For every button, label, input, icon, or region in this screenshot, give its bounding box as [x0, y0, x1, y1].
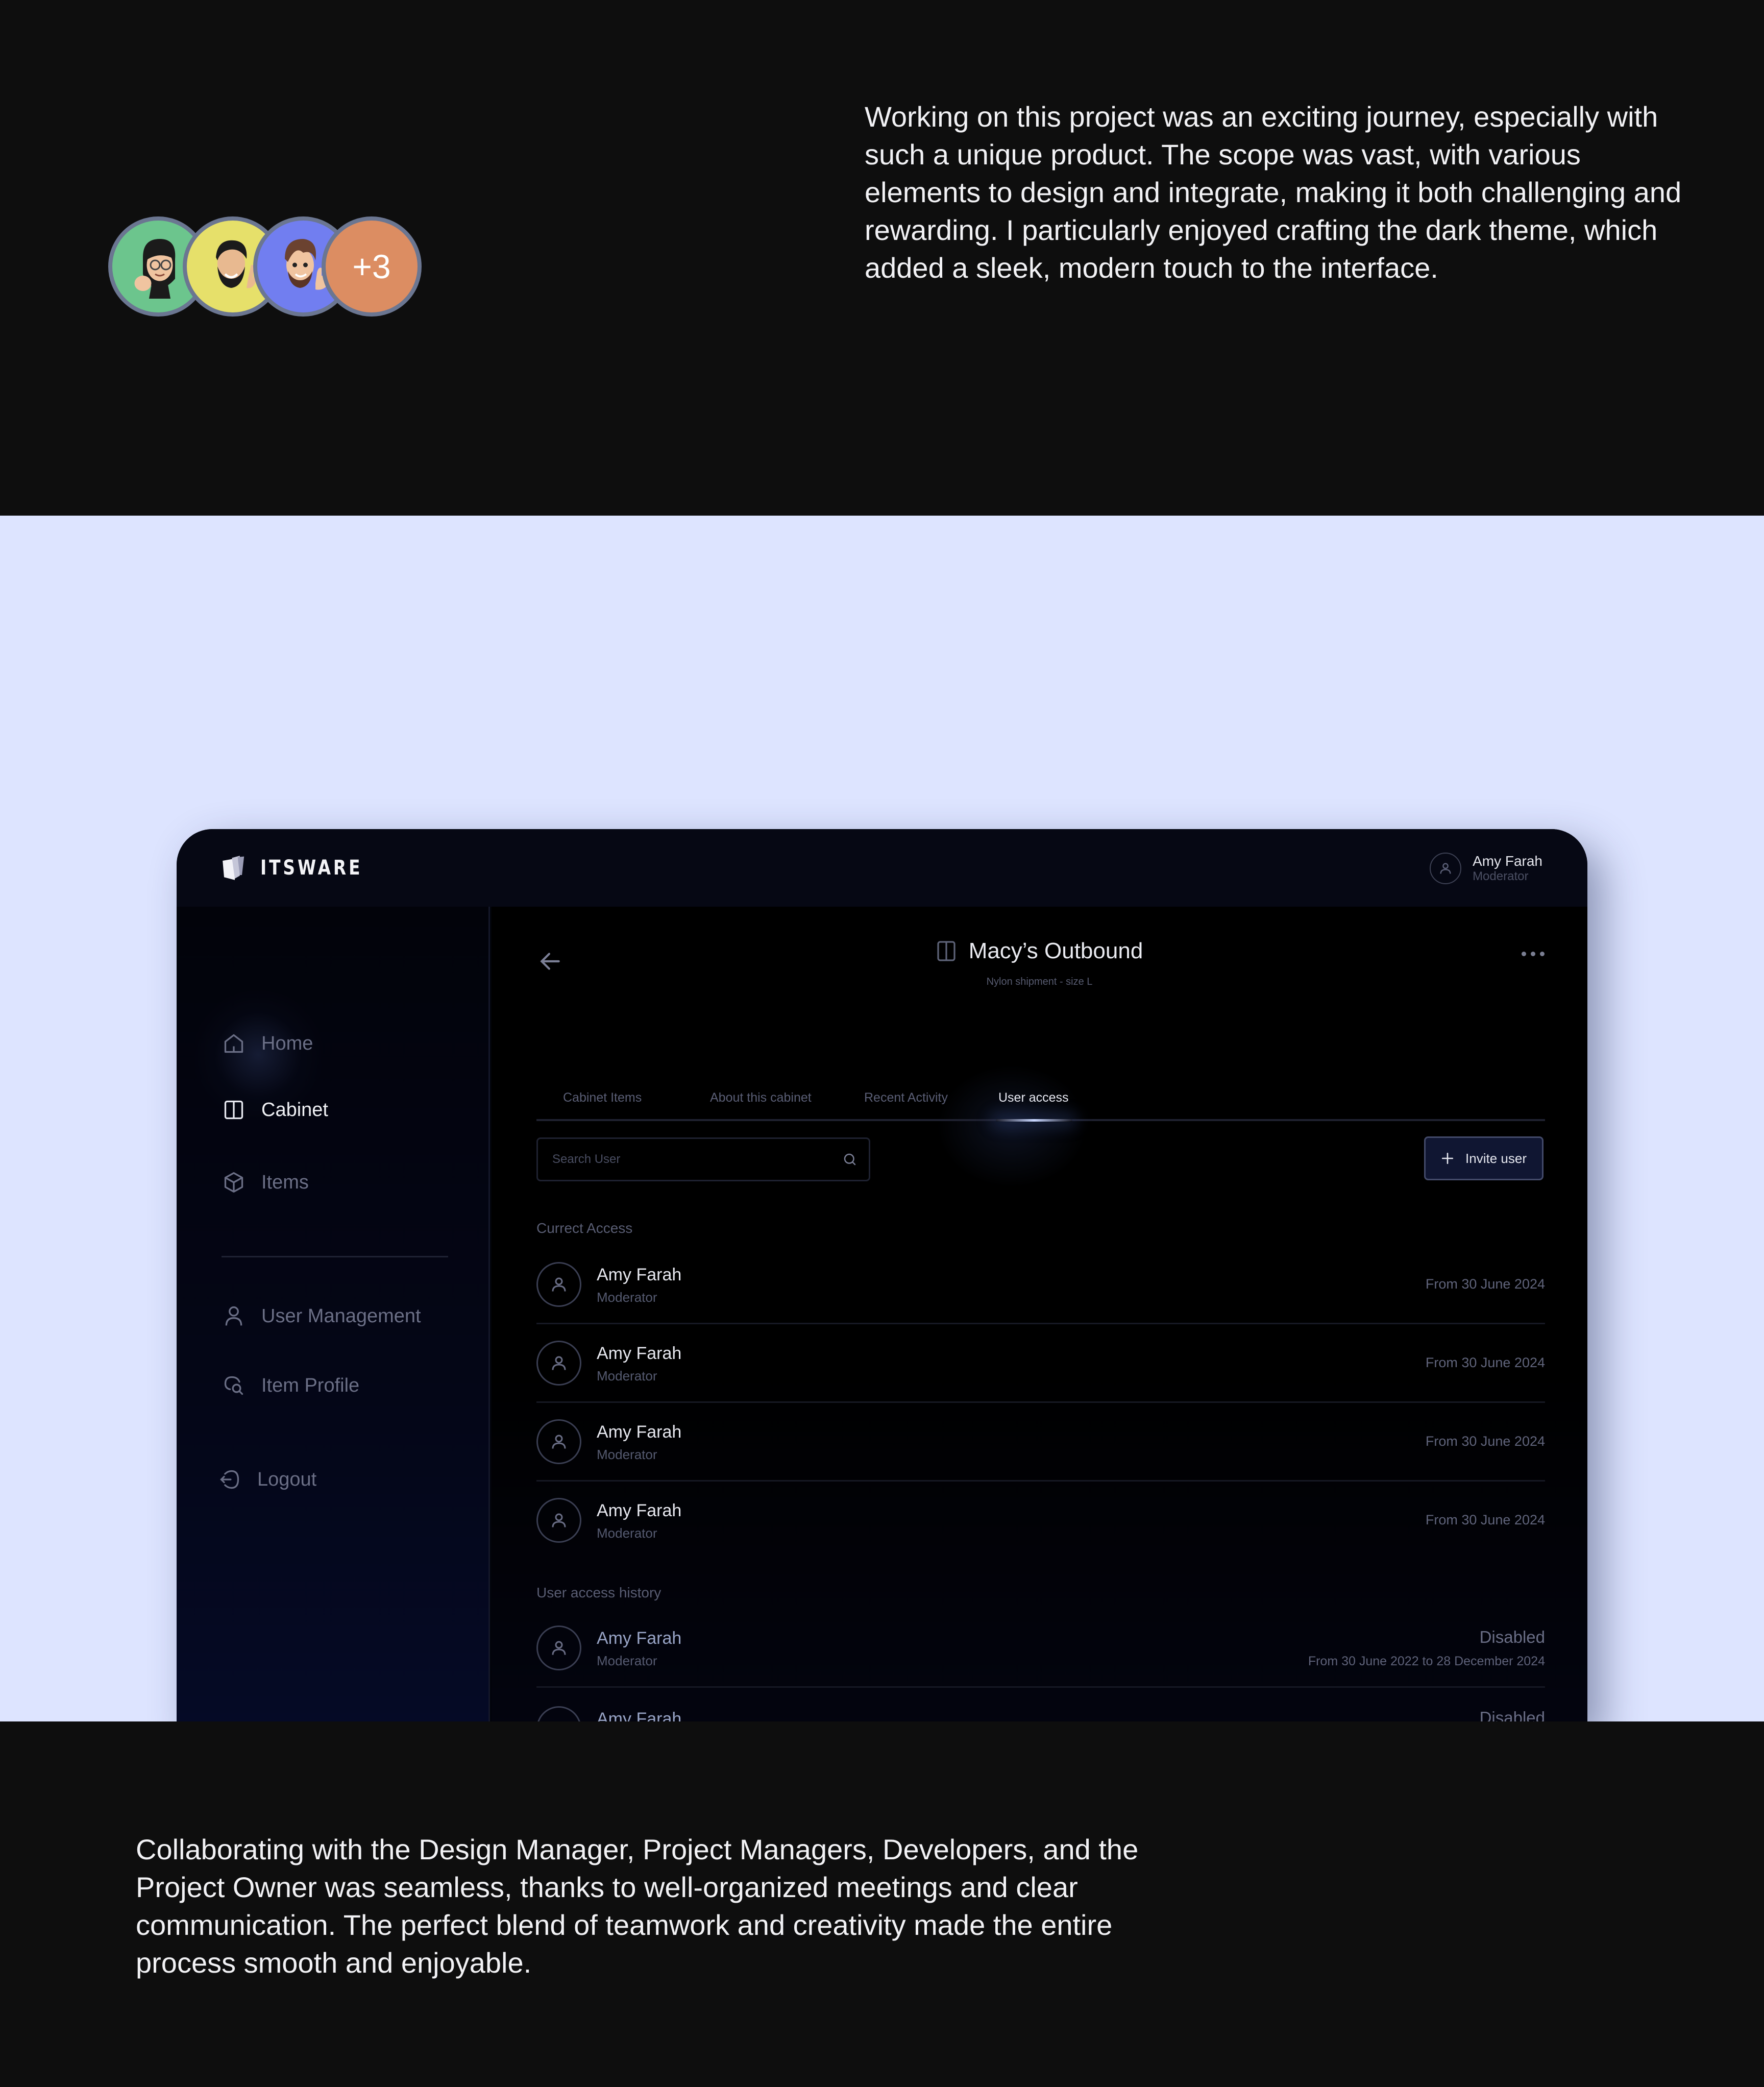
user-icon — [225, 1306, 242, 1326]
sidebar-item-home[interactable]: Home — [223, 1032, 313, 1055]
tab-glow — [930, 1060, 1094, 1193]
user-name: Amy Farah — [597, 1709, 682, 1721]
user-avatar — [536, 1262, 581, 1307]
search-icon[interactable] — [842, 1152, 857, 1167]
access-history-row[interactable]: Amy Farah Moderator Disabled From 30 June… — [536, 1609, 1545, 1688]
search-user-field[interactable] — [536, 1137, 870, 1181]
sidebar: Home Cabinet Items User Management Item … — [177, 907, 490, 1721]
header-user-role: Moderator — [1473, 869, 1529, 883]
user-name: Amy Farah — [597, 1422, 682, 1442]
cabinet-icon — [224, 1100, 243, 1120]
sidebar-item-label: User Management — [261, 1305, 421, 1327]
sidebar-item-label: Cabinet — [261, 1099, 328, 1121]
outro-section: Collaborating with the Design Manager, P… — [0, 1721, 1764, 2087]
logout-button[interactable]: Logout — [218, 1468, 316, 1491]
search-user-input[interactable] — [552, 1152, 842, 1167]
brand-logo[interactable]: ITSWARE — [220, 854, 385, 882]
user-icon — [552, 1356, 566, 1370]
access-start-date: From 30 June 2024 — [1425, 1276, 1545, 1292]
user-icon — [552, 1277, 566, 1292]
user-role: Moderator — [597, 1447, 657, 1462]
intro-paragraph: Working on this project was an exciting … — [865, 101, 1682, 284]
home-icon — [224, 1034, 243, 1053]
outro-paragraph: Collaborating with the Design Manager, P… — [136, 1833, 1139, 1979]
user-avatar — [536, 1341, 581, 1386]
user-access-row[interactable]: Amy Farah Moderator From 30 June 2024 — [536, 1482, 1545, 1560]
sidebar-item-user-management[interactable]: User Management — [223, 1305, 421, 1327]
user-icon — [1440, 863, 1451, 874]
user-role: Moderator — [597, 1525, 657, 1541]
user-icon — [552, 1513, 566, 1527]
user-role: Moderator — [597, 1653, 657, 1668]
box-icon — [224, 1172, 243, 1193]
user-avatar — [536, 1625, 581, 1670]
user-avatar — [536, 1498, 581, 1543]
access-start-date: From 30 June 2024 — [1425, 1355, 1545, 1370]
more-members-badge[interactable]: +3 — [322, 216, 422, 317]
tab-user-access[interactable]: User access — [998, 1090, 1069, 1105]
status-badge: Disabled — [1479, 1628, 1545, 1646]
user-avatar — [1430, 853, 1462, 884]
user-name: Amy Farah — [597, 1344, 682, 1363]
tab-bar: Cabinet Items About this cabinet Recent … — [536, 1090, 1545, 1122]
status-badge: Disabled — [1479, 1708, 1545, 1721]
user-access-row[interactable]: Amy Farah Moderator From 30 June 2024 — [536, 1246, 1545, 1324]
more-dot — [1531, 952, 1535, 956]
user-avatar — [536, 1419, 581, 1464]
current-access-heading: Currect Access — [536, 1220, 633, 1236]
main-content: Macy’s Outbound Nylon shipment - size L … — [492, 907, 1587, 1721]
logout-icon — [220, 1470, 239, 1489]
sidebar-item-items[interactable]: Items — [223, 1171, 309, 1194]
access-history-row[interactable]: Amy Farah Moderator DisabledFrom 30 June… — [536, 1690, 1545, 1721]
plus-icon — [1441, 1152, 1454, 1164]
brand-name: ITSWARE — [260, 856, 363, 880]
page-subtitle: Nylon shipment - size L — [986, 976, 1093, 987]
active-tab-indicator — [996, 1119, 1072, 1122]
sidebar-item-cabinet[interactable]: Cabinet — [223, 1099, 328, 1121]
header-user-name: Amy Farah — [1473, 853, 1542, 869]
more-members-count: +3 — [352, 248, 391, 285]
user-icon — [552, 1641, 566, 1655]
access-start-date: From 30 June 2024 — [1425, 1512, 1545, 1527]
user-role: Moderator — [597, 1290, 657, 1305]
sidebar-item-item-profile[interactable]: Item Profile — [223, 1374, 359, 1397]
page-title: Macy’s Outbound — [968, 938, 1143, 963]
tab-recent-activity[interactable]: Recent Activity — [864, 1090, 948, 1105]
user-access-row[interactable]: Amy Farah Moderator From 30 June 2024 — [536, 1324, 1545, 1403]
user-avatar — [536, 1706, 581, 1721]
page-header: Macy’s Outbound Nylon shipment - size L — [492, 938, 1587, 988]
access-date-range: From 30 June 2022 to 28 December 2024 — [1308, 1654, 1545, 1668]
user-name: Amy Farah — [597, 1265, 682, 1284]
more-options-button[interactable] — [1522, 952, 1545, 956]
invite-user-label: Invite user — [1465, 1150, 1527, 1166]
itsware-logo-icon — [223, 856, 244, 880]
header-user-menu[interactable]: Amy Farah Moderator — [1430, 853, 1542, 884]
logout-label: Logout — [257, 1468, 317, 1490]
cabinet-icon — [937, 941, 955, 961]
app-header: ITSWARE Amy Farah Moderator — [177, 829, 1587, 907]
intro-section: +3 Working on this project was an exciti… — [0, 0, 1764, 516]
access-history-heading: User access history — [536, 1585, 662, 1600]
tab-cabinet-items[interactable]: Cabinet Items — [563, 1090, 642, 1105]
sidebar-item-label: Item Profile — [261, 1374, 360, 1396]
user-name: Amy Farah — [597, 1501, 682, 1520]
team-avatar-stack: +3 — [108, 216, 422, 317]
item-search-icon — [224, 1376, 243, 1395]
user-name: Amy Farah — [597, 1629, 682, 1648]
app-window: ITSWARE Amy Farah Moderator Home Cabinet… — [177, 829, 1587, 1721]
showcase-section: ITSWARE Amy Farah Moderator Home Cabinet… — [0, 516, 1764, 1721]
user-icon — [552, 1435, 566, 1449]
sidebar-divider — [222, 1256, 448, 1257]
access-start-date: From 30 June 2024 — [1425, 1434, 1545, 1449]
user-access-row[interactable]: Amy Farah Moderator From 30 June 2024 — [536, 1403, 1545, 1482]
user-role: Moderator — [597, 1368, 657, 1384]
invite-user-button[interactable]: Invite user — [1424, 1136, 1544, 1180]
more-dot — [1540, 952, 1545, 956]
tab-about-cabinet[interactable]: About this cabinet — [710, 1090, 812, 1105]
sidebar-item-label: Home — [261, 1032, 313, 1054]
sidebar-item-label: Items — [261, 1171, 309, 1193]
more-dots-icon — [1522, 952, 1526, 956]
